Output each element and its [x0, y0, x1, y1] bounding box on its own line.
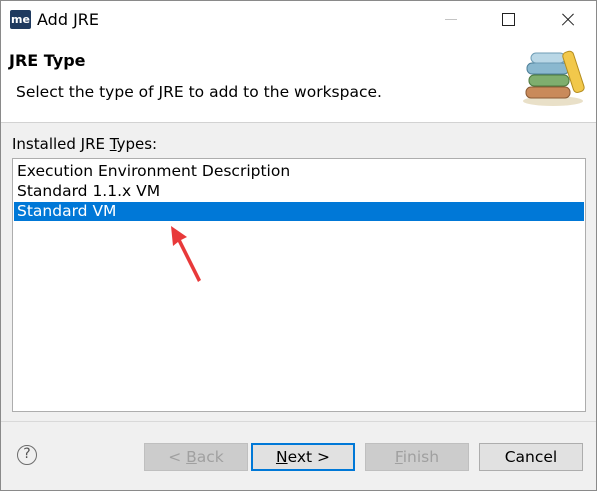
add-jre-dialog: me Add JRE JRE Type Select the type of J…: [0, 0, 597, 491]
finish-label-rest: inish: [402, 448, 440, 466]
list-item-execution-environment[interactable]: Execution Environment Description: [14, 162, 584, 181]
list-item-standard-1-1-x-vm[interactable]: Standard 1.1.x VM: [14, 182, 584, 201]
next-mnemonic: N: [275, 448, 288, 466]
minimize-button[interactable]: [422, 1, 480, 39]
jre-types-list[interactable]: Execution Environment Description Standa…: [12, 158, 586, 412]
label-text-start: Installed JRE: [12, 135, 110, 153]
label-text-end: ypes:: [116, 135, 158, 153]
page-description: Select the type of JRE to add to the wor…: [16, 83, 382, 101]
app-logo-icon: me: [10, 10, 31, 29]
cancel-button[interactable]: Cancel: [479, 443, 583, 471]
close-button[interactable]: [538, 1, 596, 39]
title-bar: me Add JRE: [1, 1, 596, 39]
back-mnemonic: B: [186, 448, 197, 466]
wizard-header: JRE Type Select the type of JRE to add t…: [1, 39, 596, 123]
jre-books-icon: [523, 50, 585, 106]
annotation-arrow-icon: [171, 226, 201, 282]
window-title: Add JRE: [37, 10, 100, 29]
help-icon[interactable]: ?: [17, 445, 37, 465]
label-mnemonic: T: [109, 135, 117, 153]
footer-divider: [1, 421, 596, 422]
back-label-prefix: <: [168, 448, 187, 466]
next-label-rest: ext >: [287, 448, 331, 466]
maximize-button[interactable]: [480, 1, 538, 39]
next-button[interactable]: Next >: [251, 443, 355, 471]
finish-mnemonic: F: [394, 448, 403, 466]
finish-button[interactable]: Finish: [365, 443, 469, 471]
page-title: JRE Type: [9, 51, 86, 70]
list-item-standard-vm[interactable]: Standard VM: [14, 202, 584, 221]
back-label-rest: ack: [196, 448, 224, 466]
back-button[interactable]: < Back: [144, 443, 248, 471]
installed-jre-types-label: Installed JRE Types:: [12, 135, 157, 153]
